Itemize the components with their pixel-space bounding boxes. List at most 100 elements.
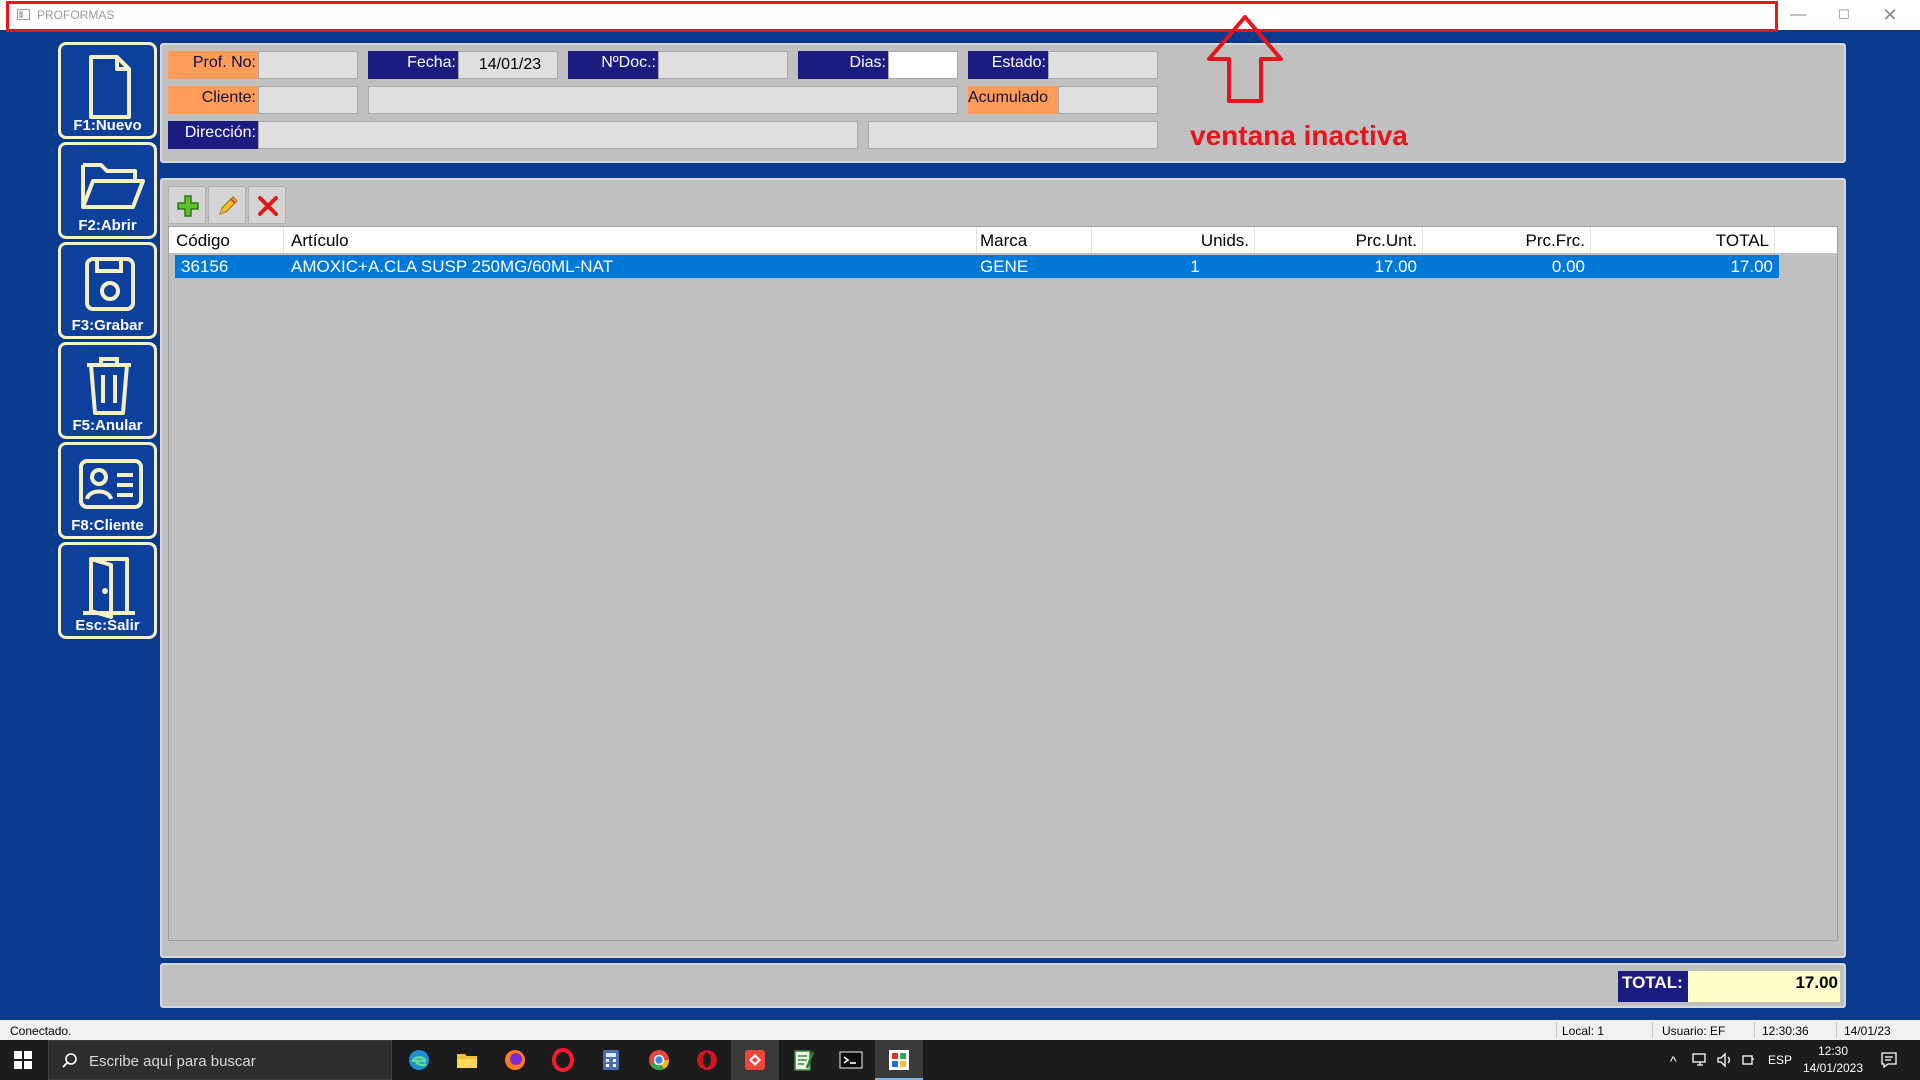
power-plug-icon[interactable] (1740, 1052, 1756, 1068)
app-window: PROFORMAS — ☐ ✕ F1:Nuevo F2:Abrir F3:Gra… (0, 0, 1920, 1040)
search-placeholder: Escribe aquí para buscar (89, 1053, 256, 1070)
opera-icon (552, 1048, 574, 1072)
status-separator (1836, 1022, 1837, 1038)
volume-icon[interactable] (1716, 1052, 1734, 1068)
taskbar-app-explorer[interactable] (443, 1040, 491, 1080)
annotation-text: ventana inactiva (1190, 120, 1408, 151)
delete-row-button[interactable] (248, 186, 286, 224)
status-separator (1754, 1022, 1755, 1038)
taskbar-app-chrome[interactable] (635, 1040, 683, 1080)
clock-time: 12:30 (1817, 1044, 1849, 1058)
new-button[interactable]: F1:Nuevo (58, 42, 157, 139)
fecha-label: Fecha: (368, 51, 458, 79)
column-header-total[interactable]: TOTAL (1593, 227, 1775, 253)
status-bar: Conectado. Local: 1 Usuario: EF 12:30:36… (0, 1020, 1920, 1040)
firefox-icon (505, 1050, 525, 1070)
exit-button-label: Esc:Salir (75, 617, 140, 634)
close-button[interactable]: ✕ (1867, 0, 1913, 30)
column-header-articulo[interactable]: Artículo (291, 227, 977, 253)
table-row[interactable]: 36156 AMOXIC+A.CLA SUSP 250MG/60ML-NAT G… (175, 255, 1779, 278)
taskbar-app-firefox[interactable] (491, 1040, 539, 1080)
status-usuario: Usuario: EF (1662, 1024, 1726, 1038)
prof-no-label: Prof. No: (168, 51, 258, 79)
notepad-icon (794, 1050, 815, 1071)
taskbar-app-opera-gx[interactable] (683, 1040, 731, 1080)
save-button[interactable]: F3:Grabar (58, 242, 157, 339)
cell-articulo: AMOXIC+A.CLA SUSP 250MG/60ML-NAT (291, 257, 614, 276)
taskbar-app-calculator[interactable] (587, 1040, 635, 1080)
total-label: TOTAL: (1618, 971, 1688, 1002)
start-button[interactable] (0, 1040, 46, 1080)
exit-button[interactable]: Esc:Salir (58, 542, 157, 639)
taskbar-app-edge[interactable] (395, 1040, 443, 1080)
direccion-line2-field[interactable] (868, 121, 1158, 149)
trash-icon (87, 357, 131, 415)
cell-total: 17.00 (1730, 257, 1773, 276)
tray-chevron-up-icon[interactable]: ^ (1670, 1053, 1677, 1069)
proformas-app-icon (889, 1050, 909, 1070)
column-header-prc-unt[interactable]: Prc.Unt. (1257, 227, 1423, 253)
status-separator (1652, 1022, 1653, 1038)
cell-unids: 1 (1190, 257, 1200, 276)
nro-doc-label: NºDoc.: (568, 51, 658, 79)
prof-no-field[interactable] (258, 51, 358, 79)
open-button-label: F2:Abrir (78, 217, 137, 234)
new-button-label: F1:Nuevo (73, 117, 142, 134)
status-text: Conectado. (10, 1024, 72, 1038)
column-header-marca[interactable]: Marca (980, 227, 1092, 253)
status-time: 12:30:36 (1762, 1024, 1809, 1038)
file-explorer-icon (457, 1054, 477, 1068)
notifications-icon[interactable] (1880, 1051, 1898, 1069)
status-date: 14/01/23 (1844, 1024, 1891, 1038)
new-document-icon (89, 55, 131, 119)
taskbar-app-opera[interactable] (539, 1040, 587, 1080)
client-button[interactable]: F8:Cliente (58, 442, 157, 539)
opera-red-icon (697, 1050, 717, 1070)
delete-row-icon (258, 196, 278, 216)
estado-field[interactable] (1048, 51, 1158, 79)
cliente-name-field[interactable] (368, 86, 958, 114)
exit-door-icon (83, 557, 135, 619)
network-icon[interactable] (1692, 1052, 1710, 1068)
status-separator (1556, 1022, 1557, 1038)
save-button-label: F3:Grabar (71, 317, 144, 334)
open-button[interactable]: F2:Abrir (58, 142, 157, 239)
cliente-label: Cliente: (168, 86, 258, 114)
footer-panel (160, 963, 1846, 1008)
column-header-unids[interactable]: Unids. (1089, 227, 1255, 253)
add-row-button[interactable] (168, 186, 206, 224)
taskbar-app-notepad[interactable] (779, 1040, 827, 1080)
column-header-codigo[interactable]: Código (176, 227, 284, 253)
calculator-icon (603, 1050, 619, 1070)
taskbar-app-proformas[interactable] (875, 1040, 923, 1080)
minimize-button[interactable]: — (1775, 0, 1821, 30)
nro-doc-field[interactable] (658, 51, 788, 79)
taskbar: Escribe aquí para buscar ^ ESP 12:30 14/… (0, 1040, 1920, 1080)
taskbar-clock[interactable]: 12:30 14/01/2023 (1788, 1043, 1878, 1077)
dias-field[interactable] (888, 51, 958, 79)
maximize-button[interactable]: ☐ (1821, 0, 1867, 30)
fecha-field[interactable]: 14/01/23 (458, 51, 558, 79)
taskbar-app-anydesk[interactable] (731, 1040, 779, 1080)
status-local: Local: 1 (1562, 1024, 1605, 1038)
edit-row-button[interactable] (208, 186, 246, 224)
remote-desktop-icon (745, 1050, 765, 1070)
cancel-button[interactable]: F5:Anular (58, 342, 157, 439)
acumulado-field[interactable] (1058, 86, 1158, 114)
open-folder-icon (81, 163, 145, 209)
client-button-label: F8:Cliente (71, 517, 144, 534)
edit-row-icon (219, 196, 238, 215)
estado-label: Estado: (968, 51, 1048, 79)
acumulado-label: Acumulado (968, 86, 1058, 114)
taskbar-search-box[interactable]: Escribe aquí para buscar (48, 1040, 392, 1080)
cliente-code-field[interactable] (258, 86, 358, 114)
cell-prc-frc: 0.00 (1551, 257, 1585, 276)
save-disk-icon (85, 257, 135, 311)
items-grid[interactable]: Código Artículo Marca Unids. Prc.Unt. Pr… (168, 226, 1838, 941)
add-row-icon (177, 195, 199, 217)
chrome-icon (649, 1050, 670, 1071)
annotation-arrow-up-icon (1207, 15, 1283, 103)
column-header-prc-frc[interactable]: Prc.Frc. (1425, 227, 1591, 253)
direccion-line1-field[interactable] (258, 121, 858, 149)
taskbar-app-terminal[interactable] (827, 1040, 875, 1080)
